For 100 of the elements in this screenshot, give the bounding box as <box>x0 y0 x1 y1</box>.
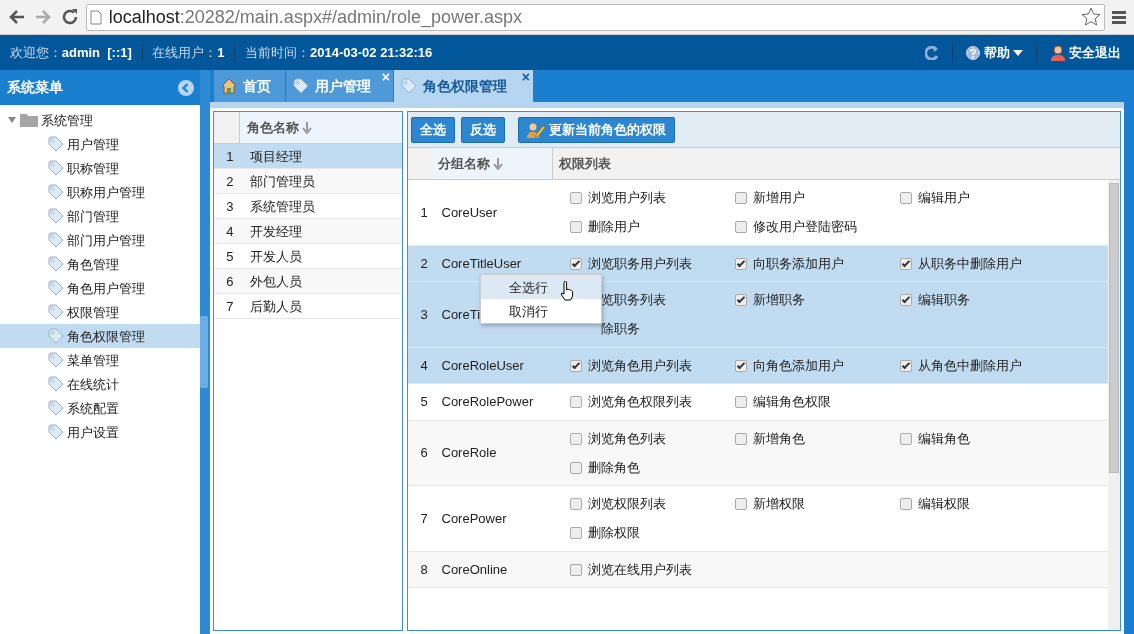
checkbox[interactable] <box>734 294 747 306</box>
tag-icon <box>48 232 64 249</box>
refresh-icon[interactable] <box>925 45 940 60</box>
table-cell: CoreRole <box>441 445 497 461</box>
tree-item[interactable]: 职称管理 <box>0 156 200 181</box>
table-row[interactable]: 1 项目经理 <box>214 144 403 170</box>
tree-item[interactable]: 职称用户管理 <box>0 180 200 205</box>
tab[interactable]: 角色权限管理 × <box>394 70 534 102</box>
row-number: 2 <box>225 172 235 191</box>
menu-item[interactable]: 取消行 <box>480 299 601 324</box>
checkbox[interactable] <box>734 359 747 372</box>
tree-item[interactable]: 用户设置 <box>0 420 200 445</box>
tag-icon <box>48 304 64 321</box>
row-number: 7 <box>225 297 235 316</box>
checkbox-label: 删除角色 <box>588 458 640 477</box>
column-header[interactable]: 分组名称 <box>431 148 553 180</box>
checkbox[interactable] <box>734 192 747 204</box>
checkbox[interactable] <box>569 192 582 204</box>
checkbox[interactable] <box>569 359 582 372</box>
checkbox[interactable] <box>899 498 912 510</box>
menu-item[interactable]: 全选行 <box>480 275 601 300</box>
row-number: 2 <box>419 254 429 273</box>
toolbar-button[interactable]: 全选 <box>410 117 455 143</box>
splitter-handle[interactable] <box>200 316 208 388</box>
tree-item[interactable]: 部门管理 <box>0 204 200 229</box>
checkbox-label: 新增用户 <box>753 189 805 208</box>
toolbar-button[interactable]: 更新当前角色的权限 <box>518 117 675 143</box>
page-icon <box>90 9 103 25</box>
caret-icon <box>1012 49 1023 56</box>
menu-icon[interactable] <box>1111 9 1128 25</box>
close-icon[interactable]: × <box>521 67 530 88</box>
checkbox[interactable] <box>569 527 582 539</box>
checkbox[interactable] <box>734 432 747 445</box>
row-number: 6 <box>225 272 235 291</box>
column-header: 权限列表 <box>558 155 611 173</box>
checkbox[interactable] <box>899 294 912 306</box>
table-cell-text: 外包人员 <box>250 272 303 291</box>
header-info: 欢迎您：admin [::1] <box>8 43 133 62</box>
checkbox-label: 浏览用户列表 <box>588 189 666 208</box>
table-cell: CoreTitleUser <box>441 255 522 271</box>
tree-item[interactable]: 权限管理 <box>0 300 200 325</box>
row-number: 7 <box>419 509 429 528</box>
checkbox[interactable] <box>569 498 582 510</box>
table-row[interactable]: 7 后勤人员 <box>214 294 403 320</box>
tree-item[interactable]: 角色用户管理 <box>0 276 200 301</box>
help-icon <box>966 45 981 60</box>
checkbox[interactable] <box>569 432 582 445</box>
row-number: 3 <box>225 197 235 216</box>
logout-link[interactable]: 安全退出 <box>1049 42 1121 63</box>
checkbox[interactable] <box>569 461 582 474</box>
checkbox[interactable] <box>734 257 747 270</box>
tag-icon <box>48 136 64 153</box>
scrollbar-thumb[interactable] <box>1108 183 1119 474</box>
tree-item[interactable]: 在线统计 <box>0 372 200 397</box>
table-cell: CoreRoleUser <box>441 357 524 373</box>
checkbox[interactable] <box>569 396 582 408</box>
checkbox-label: 编辑权限 <box>918 495 970 514</box>
tree-item[interactable]: 菜单管理 <box>0 348 200 373</box>
checkbox-label: 浏览角色列表 <box>588 429 666 448</box>
checkbox[interactable] <box>899 192 912 204</box>
checkbox[interactable] <box>734 221 747 233</box>
collapse-icon[interactable] <box>177 79 194 96</box>
folder-icon <box>19 113 38 128</box>
table-cell: CoreOnline <box>441 561 508 577</box>
table-row[interactable]: 2 部门管理员 <box>214 169 403 195</box>
table-cell-text: 部门管理员 <box>250 172 316 191</box>
tag-icon <box>48 208 64 225</box>
table-row[interactable]: 4 开发经理 <box>214 219 403 245</box>
checkbox[interactable] <box>899 432 912 445</box>
checkbox-label: 除职务 <box>601 320 640 339</box>
checkbox-label: 从职务中删除用户 <box>918 254 1022 273</box>
table-row[interactable]: 6 外包人员 <box>214 269 403 295</box>
checkbox-label: 编辑角色权限 <box>753 393 831 412</box>
sidebar-header: 系统菜单 <box>0 70 200 105</box>
tree-folder[interactable]: 系统管理 <box>41 110 93 130</box>
checkbox-label: 修改用户登陆密码 <box>753 218 857 237</box>
tree-item[interactable]: 部门用户管理 <box>0 228 200 253</box>
row-number: 6 <box>419 444 429 463</box>
checkbox[interactable] <box>734 396 747 408</box>
tree-item[interactable]: 角色权限管理 <box>0 324 200 349</box>
hand-cursor-icon <box>559 281 574 302</box>
checkbox-label: 向职务添加用户 <box>753 254 844 273</box>
checkbox-label: 编辑用户 <box>918 189 970 208</box>
table-cell-text: 系统管理员 <box>250 197 316 216</box>
table-cell-text: 开发人员 <box>250 247 303 266</box>
toolbar-button[interactable]: 反选 <box>461 117 506 143</box>
checkbox[interactable] <box>899 257 912 270</box>
checkbox[interactable] <box>899 359 912 372</box>
help-menu[interactable]: 帮助 <box>966 42 1023 63</box>
tree-item[interactable]: 用户管理 <box>0 132 200 157</box>
checkbox[interactable] <box>569 563 582 576</box>
checkbox[interactable] <box>569 221 582 233</box>
star-icon[interactable] <box>1080 7 1101 27</box>
tree-item[interactable]: 角色管理 <box>0 252 200 277</box>
tree-item[interactable]: 系统配置 <box>0 396 200 421</box>
column-header[interactable]: 角色名称 <box>240 112 403 144</box>
checkbox[interactable] <box>734 498 747 510</box>
row-number: 1 <box>419 203 429 222</box>
checkbox[interactable] <box>569 257 582 270</box>
address-bar[interactable]: localhost:20282/main.aspx#/admin/role_power.aspx <box>86 3 1105 31</box>
